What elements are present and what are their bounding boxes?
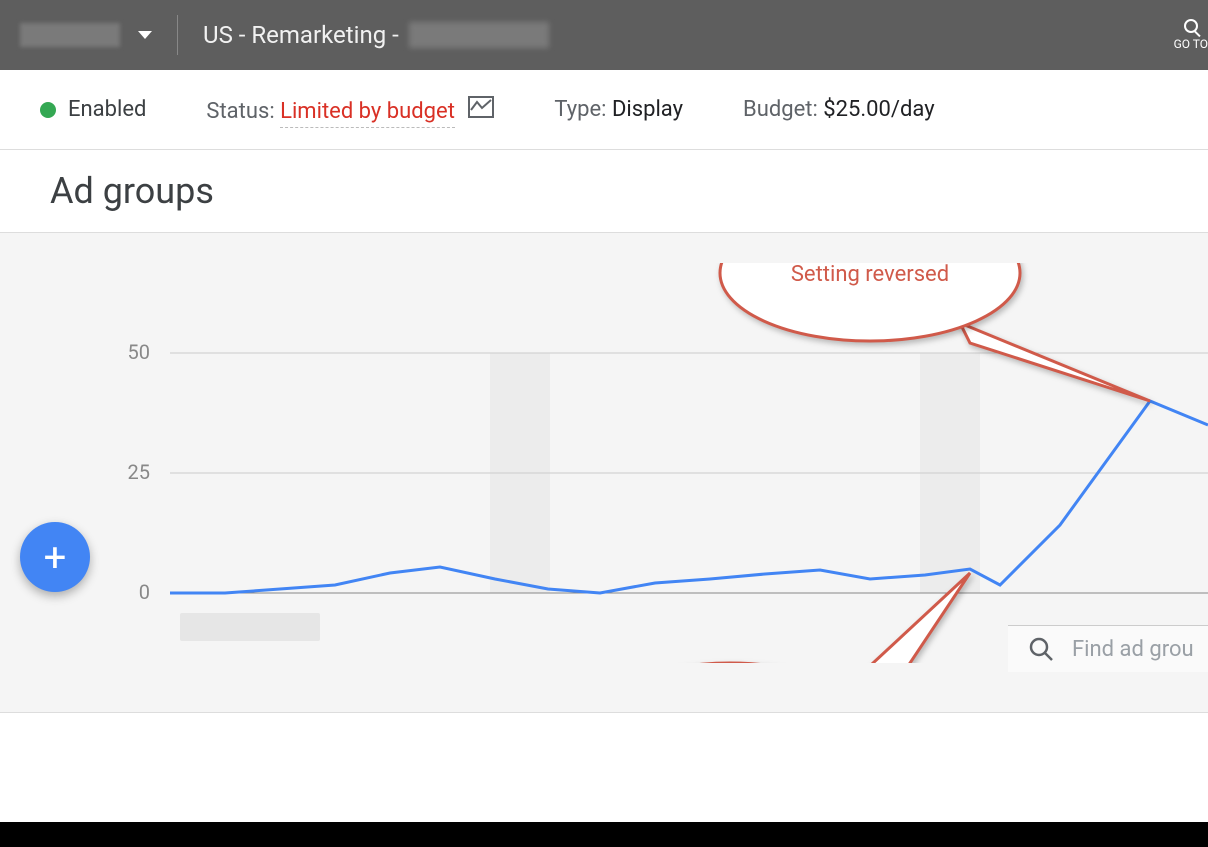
goto-button[interactable]: GO TO [1174, 0, 1208, 70]
x-axis-label-blurred [180, 613, 320, 641]
account-switcher[interactable] [20, 23, 152, 47]
status-dot-icon [40, 102, 56, 118]
status-value: Limited by budget [280, 99, 455, 128]
window-border [0, 822, 1208, 847]
insights-icon[interactable] [468, 96, 494, 118]
add-ad-group-button[interactable]: + [20, 522, 90, 592]
type-block: Type: Display [554, 97, 683, 122]
search-icon [1184, 19, 1198, 33]
budget-value: $25.00/day [823, 97, 934, 122]
campaign-name-blurred [409, 22, 549, 48]
enabled-label: Enabled [68, 97, 146, 122]
plus-icon: + [44, 534, 67, 581]
y-tick-50: 50 [128, 340, 150, 364]
type-label: Type: [554, 97, 606, 122]
status-block[interactable]: Status: Limited by budget [206, 96, 494, 124]
page-title: Ad groups [0, 150, 1208, 233]
find-ad-groups-search[interactable]: Find ad grou [1008, 625, 1208, 672]
status-label: Status: [206, 99, 274, 124]
annotation-reversed-text: Setting reversed [791, 263, 949, 287]
page-title-text: Ad groups [50, 170, 214, 212]
performance-chart: 50 25 0 Setting reversed Setting changed… [0, 233, 1208, 713]
enabled-status[interactable]: Enabled [40, 97, 146, 122]
y-tick-0: 0 [139, 580, 150, 604]
campaign-breadcrumb[interactable]: US - Remarketing - [203, 21, 549, 49]
chevron-down-icon [138, 31, 152, 39]
campaign-info-bar: Enabled Status: Limited by budget Type: … [0, 70, 1208, 150]
budget-block[interactable]: Budget: $25.00/day [743, 97, 935, 122]
divider [177, 15, 178, 55]
app-topbar: US - Remarketing - GO TO [0, 0, 1208, 70]
series-line [170, 401, 1208, 593]
goto-label: GO TO [1174, 37, 1208, 51]
y-tick-25: 25 [128, 460, 150, 484]
search-placeholder: Find ad grou [1072, 637, 1194, 662]
type-value: Display [612, 97, 683, 122]
chart-svg: 50 25 0 Setting reversed Setting changed [0, 263, 1208, 663]
campaign-title-text: US - Remarketing - [203, 21, 399, 49]
budget-label: Budget: [743, 97, 818, 122]
account-name-blurred [20, 23, 120, 47]
search-icon [1028, 636, 1054, 662]
